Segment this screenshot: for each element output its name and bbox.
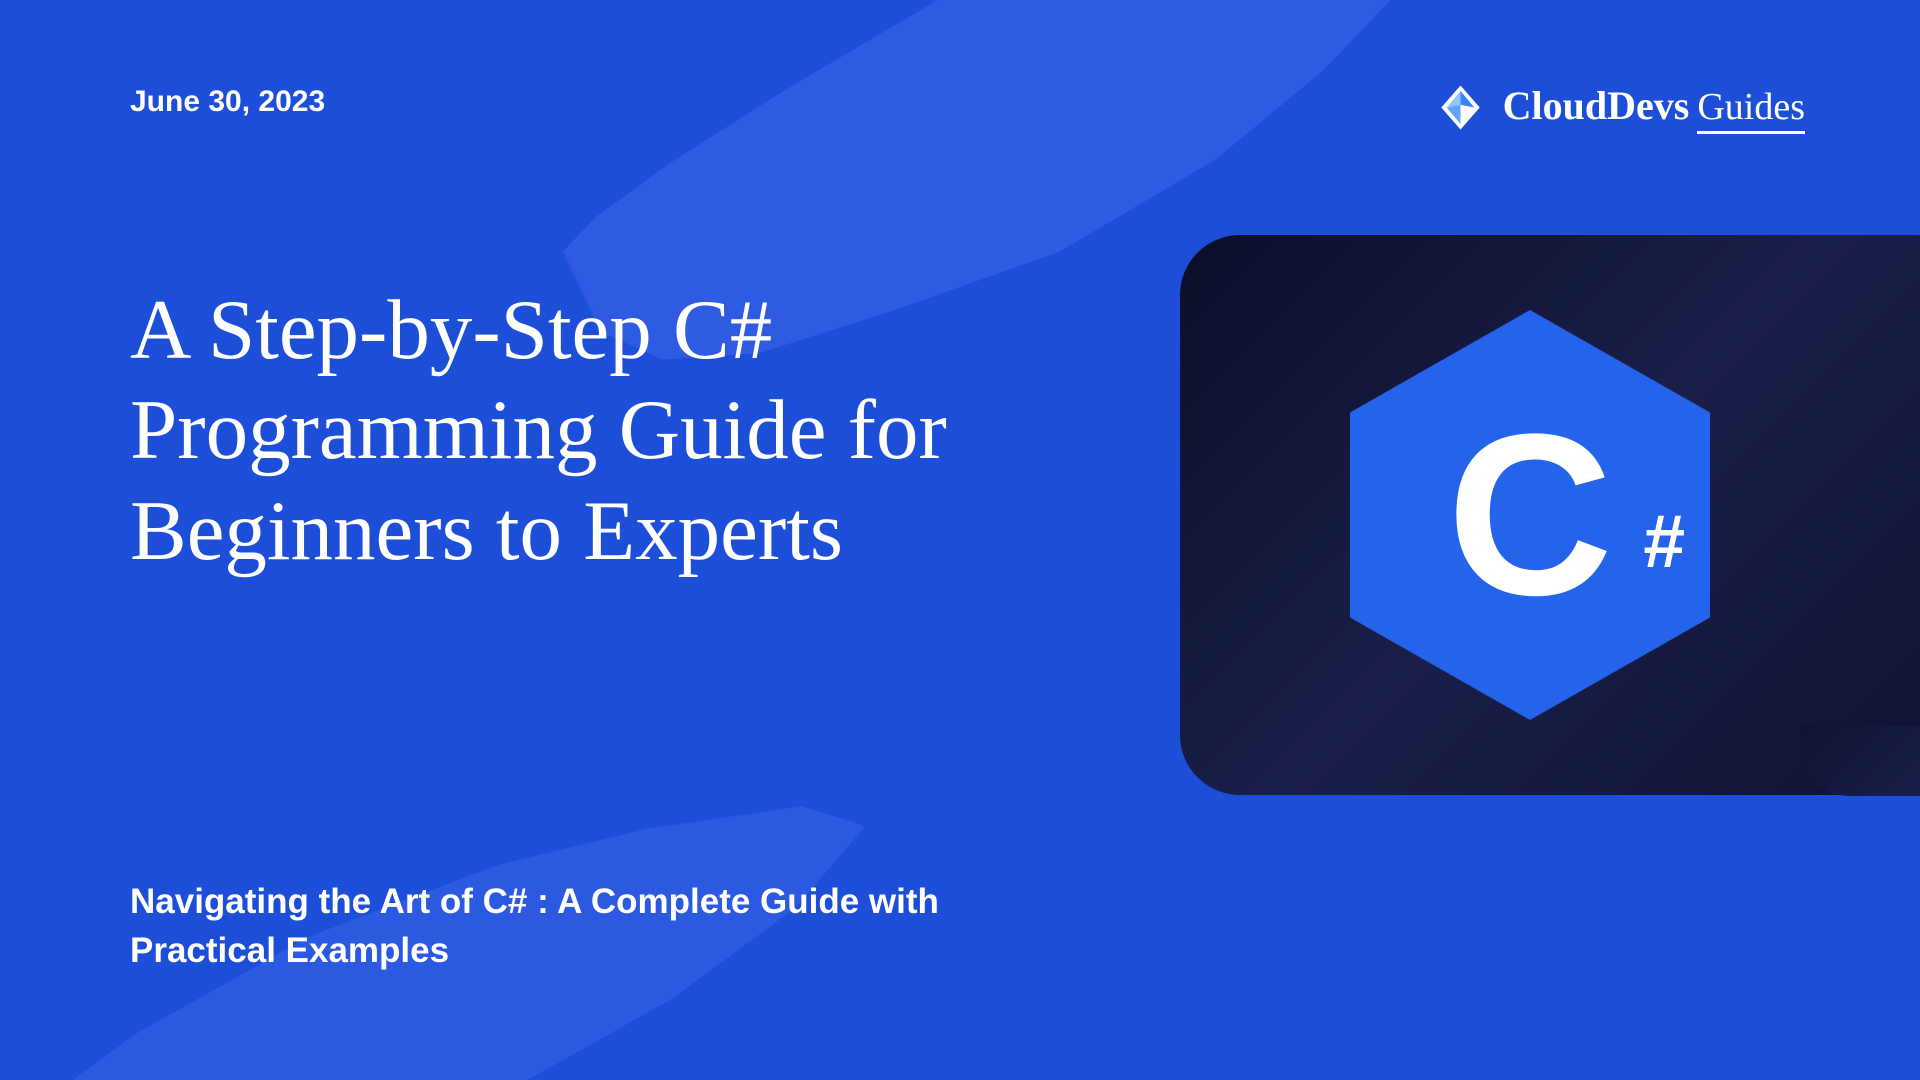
page-subtitle: Navigating the Art of C# : A Complete Gu…: [130, 877, 1030, 975]
brand-container: CloudDevs Guides: [1433, 80, 1805, 135]
page-title: A Step-by-Step C# Programming Guide for …: [130, 280, 1080, 581]
brand-text-group: CloudDevs Guides: [1503, 82, 1805, 134]
csharp-hexagon-icon: C #: [1350, 310, 1710, 720]
brand-name: CloudDevs: [1503, 82, 1690, 129]
publish-date: June 30, 2023: [130, 85, 325, 119]
feature-card: C #: [1180, 235, 1920, 795]
clouddevs-logo-icon: [1433, 80, 1488, 135]
hash-symbol: #: [1643, 498, 1685, 584]
hexagon-content: C #: [1447, 400, 1613, 630]
decorative-brush-bottom: [0, 663, 917, 1080]
brand-suffix: Guides: [1697, 85, 1805, 134]
slide-container: June 30, 2023 CloudDevs Guides A Step-by…: [0, 0, 1920, 1080]
c-letter: C: [1447, 400, 1613, 630]
